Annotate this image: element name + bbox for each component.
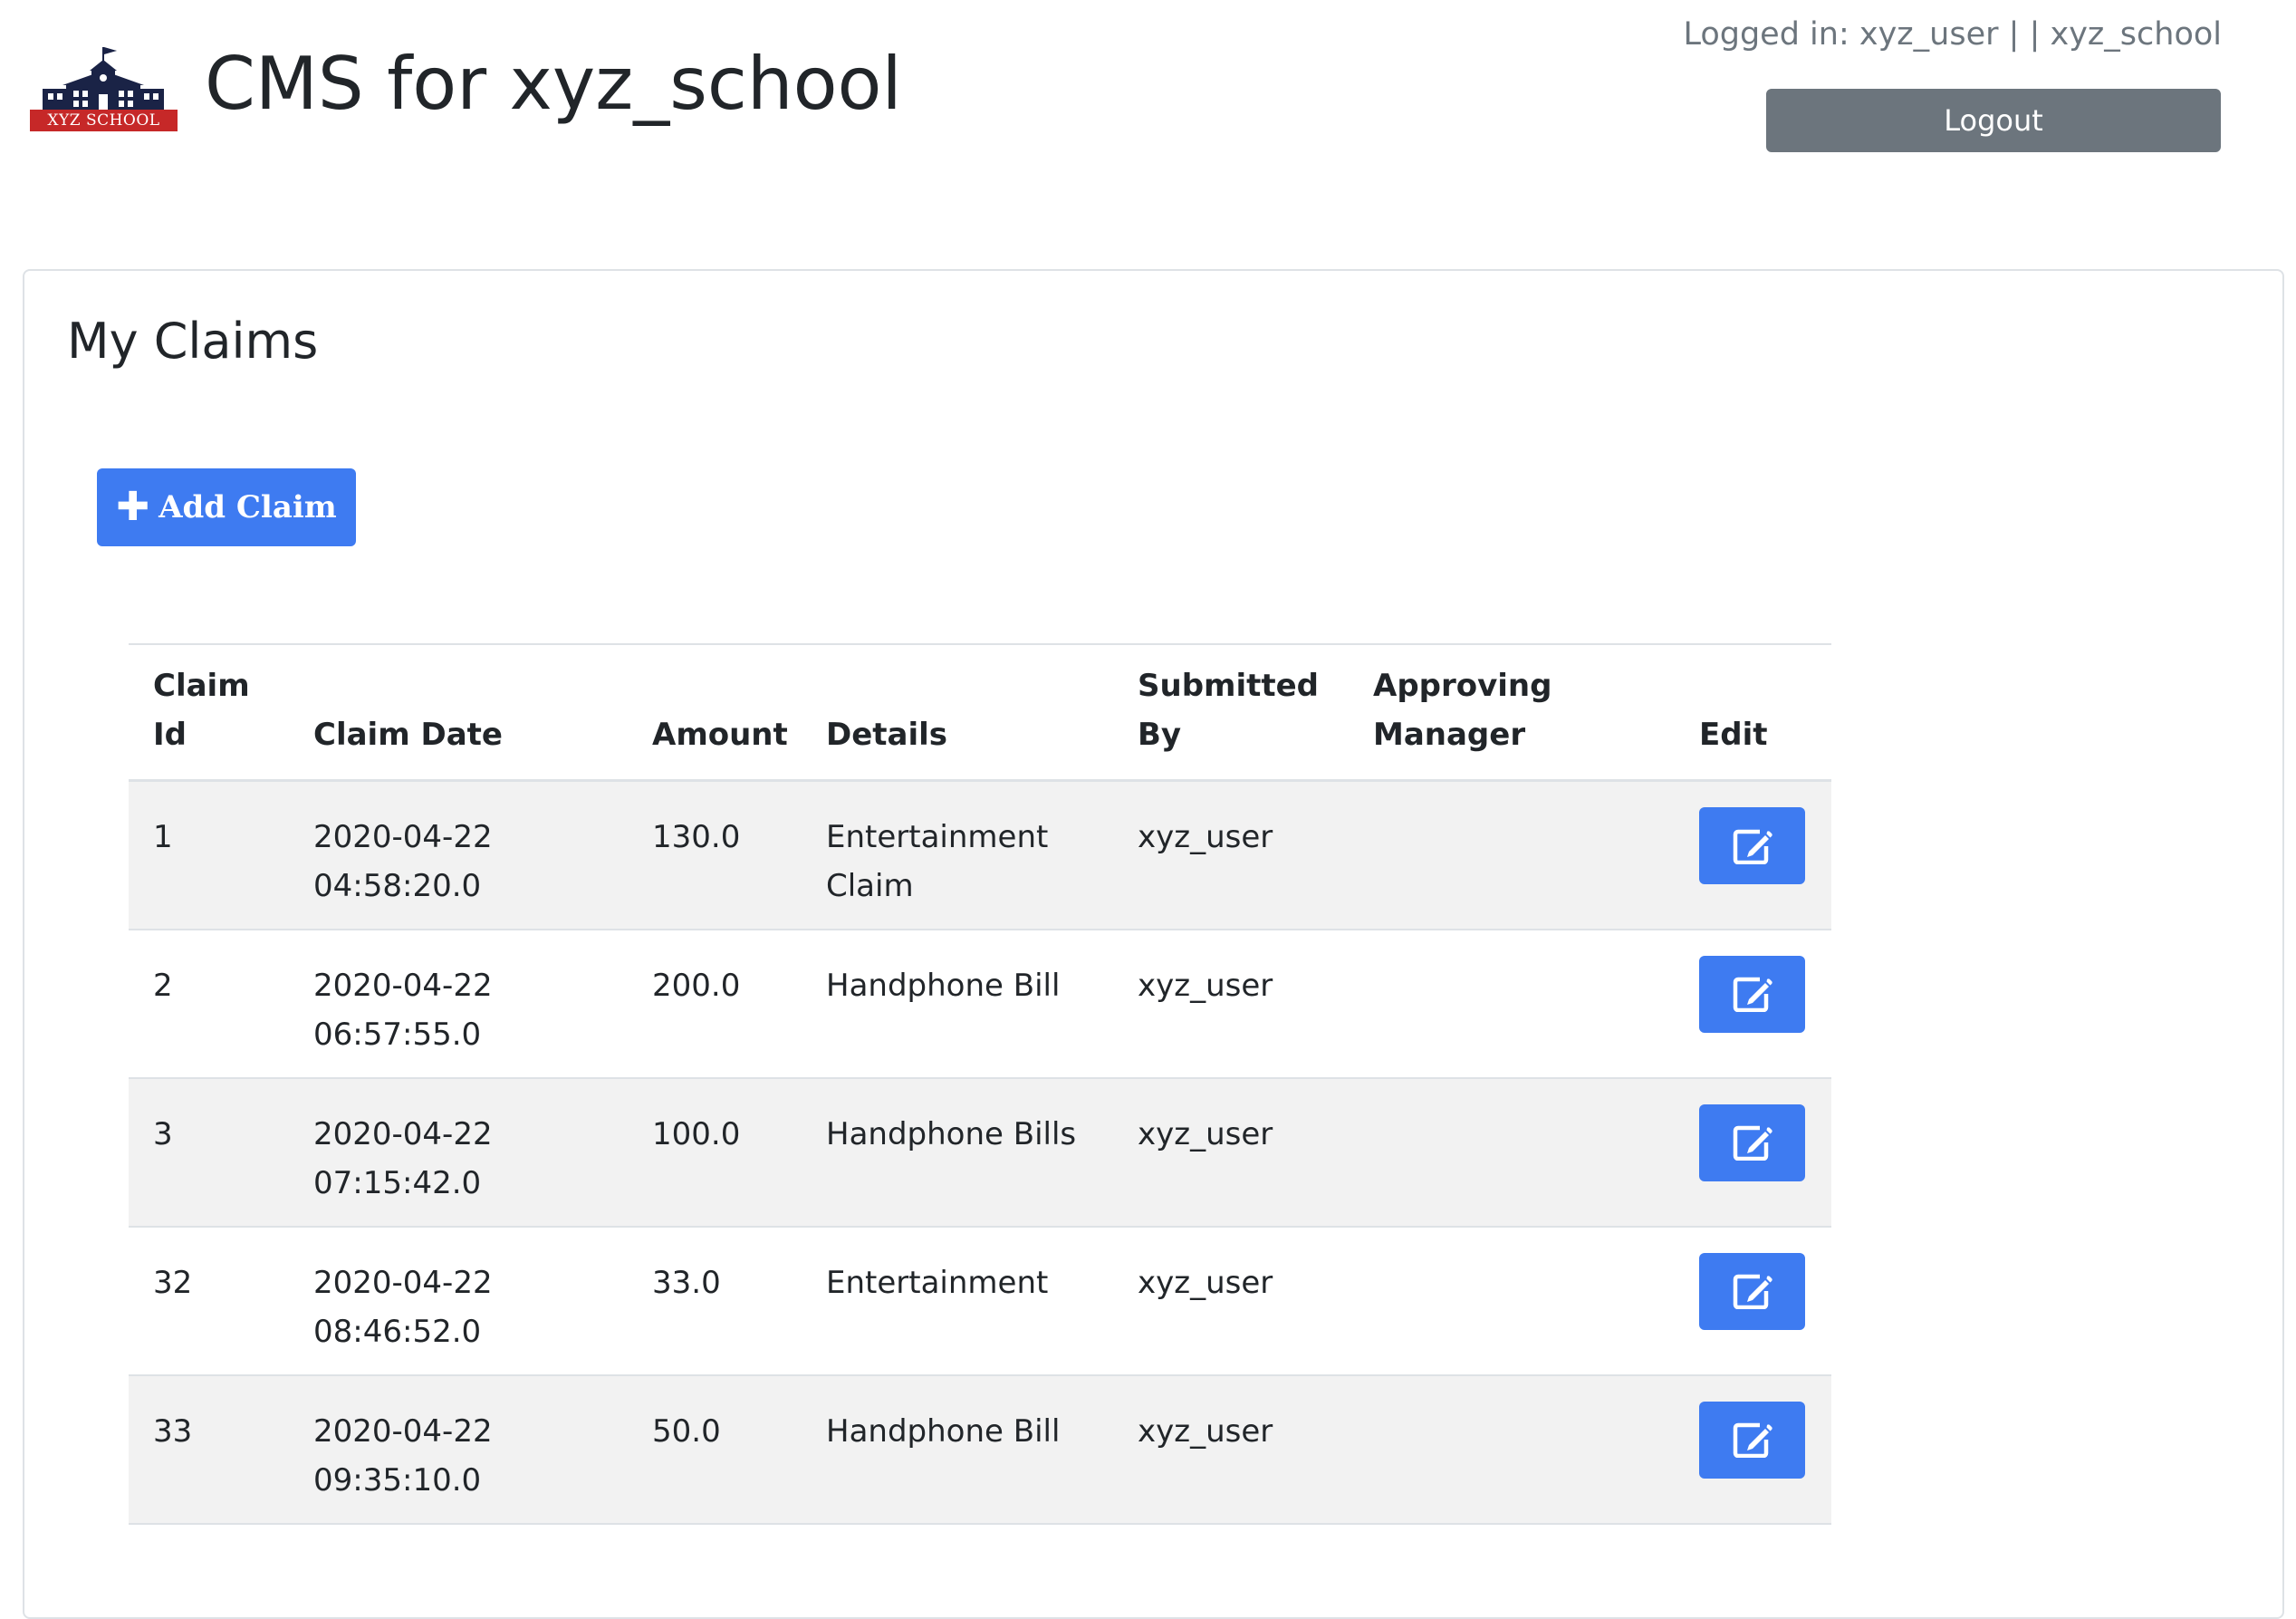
cell-claim-id: 1 <box>129 780 289 930</box>
cell-edit <box>1675 780 1831 930</box>
cell-amount: 100.0 <box>628 1077 802 1228</box>
cell-details: Handphone Bills <box>802 1077 1113 1228</box>
logout-button[interactable]: Logout <box>1766 89 2221 152</box>
cell-approving-manager <box>1349 1374 1675 1525</box>
column-header-details: Details <box>802 643 1113 782</box>
edit-pencil-icon <box>1733 977 1772 1012</box>
logo-text: XYZ SCHOOL <box>30 110 178 131</box>
cell-amount: 200.0 <box>628 929 802 1079</box>
cell-claim-id: 32 <box>129 1226 289 1376</box>
site-title: CMS for xyz_school <box>205 42 902 126</box>
login-info: Logged in: xyz_user | | xyz_school <box>1683 16 2222 53</box>
cell-amount: 33.0 <box>628 1226 802 1376</box>
cell-claim-date: 2020-04-22 08:46:52.0 <box>289 1226 628 1376</box>
table-header-row: Claim Id Claim Date Amount Details Submi… <box>129 643 1831 782</box>
cell-details: Handphone Bill <box>802 1374 1113 1525</box>
column-header-submitted-by: Submitted By <box>1113 643 1349 782</box>
table-row: 2 2020-04-22 06:57:55.0 200.0 Handphone … <box>129 929 1831 1079</box>
cell-edit <box>1675 929 1831 1079</box>
column-header-edit: Edit <box>1675 643 1831 782</box>
school-building-icon <box>43 47 164 110</box>
cell-edit <box>1675 1374 1831 1525</box>
edit-pencil-icon <box>1733 1274 1772 1309</box>
add-claim-label: Add Claim <box>159 489 337 525</box>
table-row: 33 2020-04-22 09:35:10.0 50.0 Handphone … <box>129 1374 1831 1525</box>
column-header-amount: Amount <box>628 643 802 782</box>
cell-claim-date: 2020-04-22 04:58:20.0 <box>289 780 628 930</box>
cell-claim-id: 2 <box>129 929 289 1079</box>
edit-pencil-icon <box>1733 1422 1772 1458</box>
cell-approving-manager <box>1349 1226 1675 1376</box>
cell-submitted-by: xyz_user <box>1113 1226 1349 1376</box>
add-claim-button[interactable]: ✚ Add Claim <box>97 468 356 546</box>
edit-claim-button[interactable] <box>1699 1252 1805 1330</box>
cell-submitted-by: xyz_user <box>1113 780 1349 930</box>
table-row: 1 2020-04-22 04:58:20.0 130.0 Entertainm… <box>129 780 1831 930</box>
cell-approving-manager <box>1349 780 1675 930</box>
edit-claim-button[interactable] <box>1699 1401 1805 1479</box>
school-logo: XYZ SCHOOL <box>30 43 178 131</box>
cell-claim-date: 2020-04-22 06:57:55.0 <box>289 929 628 1079</box>
claims-card: My Claims ✚ Add Claim Claim Id Claim Dat… <box>23 269 2284 1619</box>
cell-edit <box>1675 1077 1831 1228</box>
table-row: 32 2020-04-22 08:46:52.0 33.0 Entertainm… <box>129 1226 1831 1376</box>
edit-claim-button[interactable] <box>1699 807 1805 884</box>
table-row: 3 2020-04-22 07:15:42.0 100.0 Handphone … <box>129 1077 1831 1228</box>
cell-amount: 50.0 <box>628 1374 802 1525</box>
cell-claim-date: 2020-04-22 07:15:42.0 <box>289 1077 628 1228</box>
cell-submitted-by: xyz_user <box>1113 929 1349 1079</box>
cell-claim-date: 2020-04-22 09:35:10.0 <box>289 1374 628 1525</box>
cell-details: Entertainment Claim <box>802 780 1113 930</box>
edit-claim-button[interactable] <box>1699 1103 1805 1181</box>
edit-pencil-icon <box>1733 829 1772 864</box>
cell-approving-manager <box>1349 1077 1675 1228</box>
column-header-claim-id: Claim Id <box>129 643 289 782</box>
cell-details: Entertainment <box>802 1226 1113 1376</box>
page-title: My Claims <box>67 313 319 370</box>
plus-icon: ✚ <box>116 484 150 530</box>
cell-submitted-by: xyz_user <box>1113 1374 1349 1525</box>
cell-claim-id: 33 <box>129 1374 289 1525</box>
cell-claim-id: 3 <box>129 1077 289 1228</box>
cell-amount: 130.0 <box>628 780 802 930</box>
cell-edit <box>1675 1226 1831 1376</box>
column-header-claim-date: Claim Date <box>289 643 628 782</box>
claims-table: Claim Id Claim Date Amount Details Submi… <box>129 643 1831 1525</box>
cell-details: Handphone Bill <box>802 929 1113 1079</box>
edit-claim-button[interactable] <box>1699 955 1805 1033</box>
cell-submitted-by: xyz_user <box>1113 1077 1349 1228</box>
claims-table-wrapper: Claim Id Claim Date Amount Details Submi… <box>129 643 1831 1525</box>
edit-pencil-icon <box>1733 1125 1772 1161</box>
column-header-approving-manager: Approving Manager <box>1349 643 1675 782</box>
cell-approving-manager <box>1349 929 1675 1079</box>
